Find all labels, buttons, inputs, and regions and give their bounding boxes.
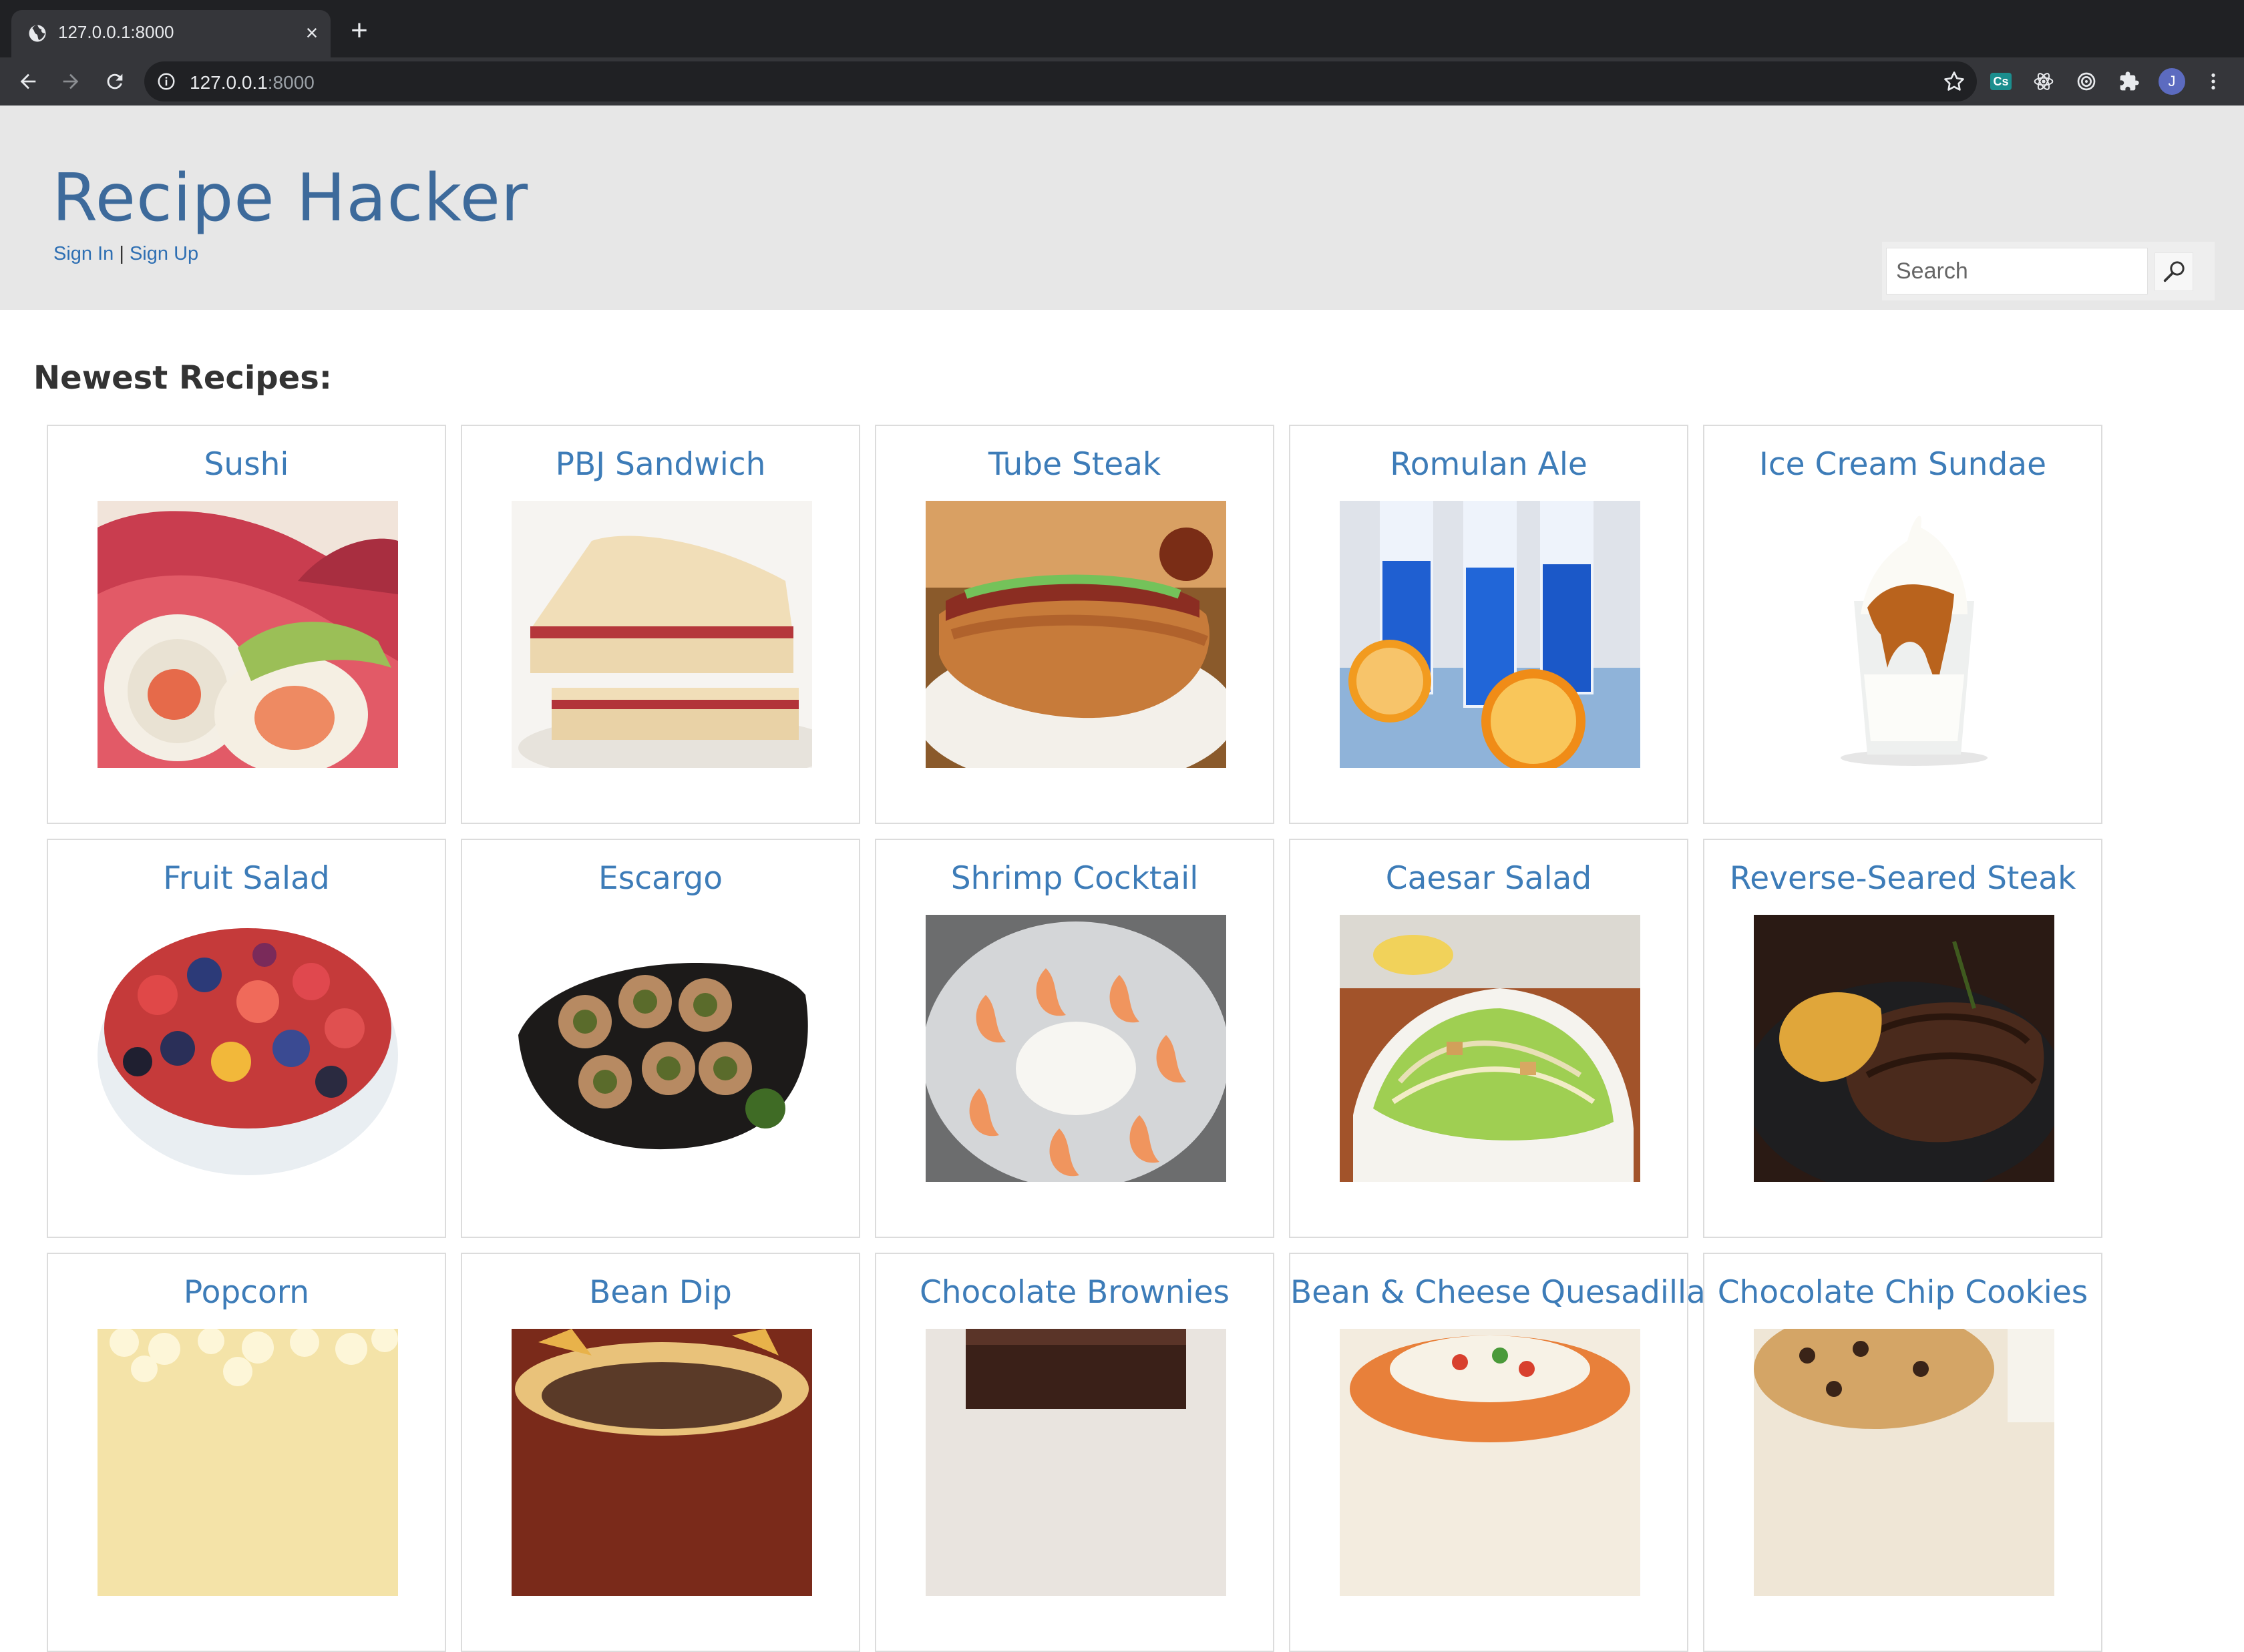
recipe-image-quesadilla[interactable] [1340, 1329, 1640, 1596]
sign-up-link[interactable]: Sign Up [130, 243, 198, 264]
recipe-card[interactable]: Chocolate Brownies [875, 1253, 1274, 1652]
menu-kebab-icon[interactable] [2199, 67, 2228, 96]
recipe-title[interactable]: Reverse-Seared Steak [1704, 860, 2101, 897]
browser-tab[interactable]: 127.0.0.1:8000 × [11, 10, 331, 57]
recipe-image-hot-dog[interactable] [926, 501, 1226, 768]
close-icon[interactable]: × [300, 21, 324, 45]
info-icon [158, 73, 175, 90]
extension-cs-icon[interactable]: Cs [1986, 67, 2016, 96]
recipe-card[interactable]: Chocolate Chip Cookies [1703, 1253, 2102, 1652]
recipe-title[interactable]: Popcorn [48, 1274, 445, 1311]
puzzle-extensions-icon[interactable] [2114, 67, 2144, 96]
search-form [1882, 242, 2215, 300]
recipe-card[interactable]: Bean & Cheese Quesadilla [1289, 1253, 1706, 1652]
auth-separator: | [119, 243, 124, 264]
globe-icon [29, 25, 46, 42]
auth-links: Sign In | Sign Up [53, 243, 198, 265]
target-extension-icon[interactable] [2072, 67, 2101, 96]
recipe-image-caesar-salad[interactable] [1340, 915, 1640, 1182]
recipe-title[interactable]: Shrimp Cocktail [876, 860, 1273, 897]
recipe-title[interactable]: Caesar Salad [1290, 860, 1687, 897]
recipe-card[interactable]: PBJ Sandwich [461, 425, 860, 824]
site-header: Recipe Hacker Sign In | Sign Up [0, 106, 2244, 310]
recipe-card[interactable]: Caesar Salad [1289, 839, 1688, 1238]
recipe-image-bean-dip[interactable] [512, 1329, 812, 1596]
search-input[interactable] [1886, 248, 2148, 294]
search-icon [2163, 261, 2185, 282]
forward-button[interactable] [55, 65, 87, 97]
recipe-title[interactable]: Escargo [462, 860, 859, 897]
recipe-card[interactable]: Escargo [461, 839, 860, 1238]
browser-tab-strip: 127.0.0.1:8000 × + [0, 0, 2244, 57]
recipe-image-sundae[interactable] [1754, 501, 2054, 768]
star-icon[interactable] [1942, 69, 1966, 93]
address-bar[interactable]: 127.0.0.1:8000 [144, 61, 1977, 101]
recipe-title[interactable]: Romulan Ale [1290, 446, 1687, 483]
recipe-image-sushi[interactable] [98, 501, 398, 768]
recipe-title[interactable]: Fruit Salad [48, 860, 445, 897]
recipe-card[interactable]: Romulan Ale [1289, 425, 1688, 824]
recipe-card[interactable]: Popcorn [47, 1253, 446, 1652]
search-button[interactable] [2155, 252, 2193, 291]
reload-icon [107, 73, 123, 89]
back-button[interactable] [12, 65, 44, 97]
recipe-image-brownies[interactable] [926, 1329, 1226, 1596]
recipe-card[interactable]: Fruit Salad [47, 839, 446, 1238]
url-text: 127.0.0.1:8000 [190, 72, 315, 93]
recipe-card[interactable]: Tube Steak [875, 425, 1274, 824]
recipe-title[interactable]: Chocolate Chip Cookies [1704, 1274, 2101, 1311]
recipe-image-romulan-ale[interactable] [1340, 501, 1640, 768]
profile-avatar[interactable]: J [2157, 67, 2187, 96]
sign-in-link[interactable]: Sign In [53, 243, 114, 264]
recipe-image-fruit-salad[interactable] [98, 915, 398, 1182]
recipe-image-pbj[interactable] [512, 501, 812, 768]
section-title: Newest Recipes: [33, 359, 332, 397]
recipe-card[interactable]: Bean Dip [461, 1253, 860, 1652]
recipe-title[interactable]: Chocolate Brownies [876, 1274, 1273, 1311]
arrow-right-icon [63, 73, 79, 89]
recipe-card[interactable]: Ice Cream Sundae [1703, 425, 2102, 824]
recipe-title[interactable]: Bean & Cheese Quesadilla [1290, 1274, 1706, 1311]
recipe-image-cookies[interactable] [1754, 1329, 2054, 1596]
recipe-title[interactable]: Ice Cream Sundae [1704, 446, 2101, 483]
recipe-title[interactable]: Bean Dip [462, 1274, 859, 1311]
recipe-image-popcorn[interactable] [98, 1329, 398, 1596]
recipe-card[interactable]: Shrimp Cocktail [875, 839, 1274, 1238]
react-devtools-icon[interactable] [2029, 67, 2058, 96]
browser-toolbar: 127.0.0.1:8000 Cs J [0, 57, 2244, 106]
recipe-title[interactable]: Tube Steak [876, 446, 1273, 483]
recipe-card[interactable]: Reverse-Seared Steak [1703, 839, 2102, 1238]
recipe-title[interactable]: Sushi [48, 446, 445, 483]
recipe-card[interactable]: Sushi [47, 425, 446, 824]
recipe-title[interactable]: PBJ Sandwich [462, 446, 859, 483]
site-title[interactable]: Recipe Hacker [52, 160, 528, 236]
new-tab-button[interactable]: + [346, 16, 373, 45]
reload-button[interactable] [99, 65, 131, 97]
recipe-image-steak[interactable] [1754, 915, 2054, 1182]
tab-title: 127.0.0.1:8000 [58, 22, 174, 42]
recipe-image-shrimp[interactable] [926, 915, 1226, 1182]
arrow-left-icon [20, 73, 36, 89]
recipe-image-escargot[interactable] [512, 915, 812, 1182]
